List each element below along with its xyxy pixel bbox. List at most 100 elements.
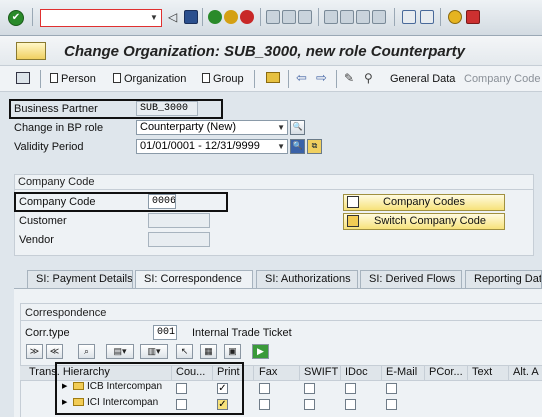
- corr-type-field[interactable]: 001: [153, 325, 177, 340]
- switch-icon: [347, 215, 359, 227]
- col-idoc[interactable]: IDoc: [342, 366, 382, 380]
- col-pcorr[interactable]: PCor...: [426, 366, 468, 380]
- col-fax[interactable]: Fax: [256, 366, 300, 380]
- where-used-icon[interactable]: ⚲: [364, 71, 373, 85]
- correspondence-section-title: Correspondence: [25, 307, 107, 319]
- toolbar-separator: [202, 8, 203, 26]
- chevron-down-icon[interactable]: ▼: [149, 12, 159, 24]
- vendor-field: [148, 232, 210, 247]
- document-icon: [113, 73, 121, 83]
- find-icon[interactable]: ⌕: [78, 344, 95, 359]
- exit-icon[interactable]: [224, 10, 238, 24]
- general-data-button[interactable]: General Data: [390, 73, 455, 85]
- edit-pencil-icon[interactable]: ✎: [344, 71, 354, 85]
- company-code-label: Company Code: [19, 196, 96, 208]
- toolbar-separator: [336, 70, 337, 88]
- bp-role-select[interactable]: Counterparty (New) ▼: [136, 120, 288, 135]
- col-text[interactable]: Text: [469, 366, 509, 380]
- company-code-field[interactable]: 0006: [148, 194, 176, 209]
- validity-period-value: 01/01/0001 - 12/31/9999: [140, 140, 260, 152]
- collapse-all-icon[interactable]: ≪: [46, 344, 63, 359]
- display-change-icon[interactable]: [16, 72, 30, 84]
- tab-payment-details[interactable]: SI: Payment Details: [27, 270, 133, 288]
- person-button[interactable]: Person: [50, 73, 96, 85]
- find-icon[interactable]: [282, 10, 296, 24]
- tab-derived-flows[interactable]: SI: Derived Flows: [360, 270, 462, 288]
- back-icon[interactable]: [208, 10, 222, 24]
- save-icon[interactable]: [184, 10, 198, 24]
- company-code-button-label: Company Code: [464, 73, 541, 85]
- customize-layout-icon[interactable]: [466, 10, 480, 24]
- row-email-checkbox[interactable]: [386, 383, 397, 394]
- command-field[interactable]: ▼: [40, 9, 162, 27]
- layout-dropdown-icon[interactable]: ▥▾: [140, 344, 168, 359]
- tab-correspondence[interactable]: SI: Correspondence: [135, 270, 253, 289]
- validity-period-select[interactable]: 01/01/0001 - 12/31/9999 ▼: [136, 139, 288, 154]
- shortcut-icon[interactable]: [420, 10, 434, 24]
- first-page-icon[interactable]: [324, 10, 338, 24]
- arrow-left-icon[interactable]: ⇦: [296, 70, 307, 86]
- open-folder-icon[interactable]: [266, 72, 280, 83]
- chevron-down-icon[interactable]: ▼: [277, 121, 285, 134]
- row-swift-checkbox[interactable]: [304, 399, 315, 410]
- customer-label: Customer: [19, 215, 67, 227]
- help-icon[interactable]: [448, 10, 462, 24]
- select-all-icon[interactable]: ▣: [224, 344, 241, 359]
- tab-label: Reporting Dat: [474, 273, 542, 285]
- row-fax-checkbox[interactable]: [259, 383, 270, 394]
- last-page-icon[interactable]: [372, 10, 386, 24]
- arrow-right-icon[interactable]: ⇨: [316, 70, 327, 86]
- table-icon: [347, 196, 359, 208]
- cancel-icon[interactable]: [240, 10, 254, 24]
- bp-role-label: Change in BP role: [14, 122, 104, 134]
- toolbar-separator: [32, 8, 33, 26]
- search-icon[interactable]: 🔍: [290, 139, 305, 154]
- group-button[interactable]: Group: [202, 73, 244, 85]
- role-details-icon[interactable]: 🔍: [290, 120, 305, 135]
- business-partner-field: SUB_3000: [136, 101, 198, 116]
- enter-icon[interactable]: ✔: [8, 10, 24, 26]
- menu-icon[interactable]: [16, 42, 46, 60]
- toolbar-separator: [440, 8, 441, 26]
- organization-button[interactable]: Organization: [113, 73, 186, 85]
- new-session-icon[interactable]: [402, 10, 416, 24]
- execute-icon[interactable]: ▶: [252, 344, 269, 359]
- page-title: Change Organization: SUB_3000, new role …: [64, 43, 465, 60]
- prev-page-icon[interactable]: [340, 10, 354, 24]
- copy-icon[interactable]: ⧉: [307, 139, 322, 154]
- find-next-icon[interactable]: [298, 10, 312, 24]
- row-fax-checkbox[interactable]: [259, 399, 270, 410]
- company-codes-button[interactable]: Company Codes: [343, 194, 505, 211]
- company-code-section-title: Company Code: [18, 176, 95, 188]
- row-idoc-checkbox[interactable]: [345, 383, 356, 394]
- tab-reporting-data[interactable]: Reporting Dat: [465, 270, 542, 288]
- toolbar-separator: [40, 70, 41, 88]
- tab-label: SI: Correspondence: [144, 273, 242, 285]
- col-alt[interactable]: Alt. A: [510, 366, 542, 380]
- group-button-label: Group: [213, 73, 244, 85]
- pointer-icon[interactable]: ↖: [176, 344, 193, 359]
- corr-type-description: Internal Trade Ticket: [192, 327, 292, 339]
- switch-company-code-label: Switch Company Code: [374, 215, 486, 227]
- row-swift-checkbox[interactable]: [304, 383, 315, 394]
- back-arrow-icon[interactable]: ◁: [168, 10, 177, 24]
- print-icon[interactable]: [266, 10, 280, 24]
- tab-label: SI: Derived Flows: [369, 273, 456, 285]
- expand-all-icon[interactable]: ≫: [26, 344, 43, 359]
- row-idoc-checkbox[interactable]: [345, 399, 356, 410]
- tab-authorizations[interactable]: SI: Authorizations: [256, 270, 358, 288]
- document-icon: [50, 73, 58, 83]
- print-dropdown-icon[interactable]: ▤▾: [106, 344, 134, 359]
- row-email-checkbox[interactable]: [386, 399, 397, 410]
- tab-label: SI: Payment Details: [36, 273, 133, 285]
- col-email[interactable]: E-Mail: [383, 366, 425, 380]
- next-page-icon[interactable]: [356, 10, 370, 24]
- chevron-down-icon[interactable]: ▼: [277, 140, 285, 153]
- switch-company-code-button[interactable]: Switch Company Code: [343, 213, 505, 230]
- toolbar-separator: [260, 8, 261, 26]
- details-icon[interactable]: ▦: [200, 344, 217, 359]
- corr-type-label: Corr.type: [25, 327, 70, 339]
- col-swift[interactable]: SWIFT: [301, 366, 341, 380]
- company-codes-label: Company Codes: [383, 196, 465, 208]
- organization-button-label: Organization: [124, 73, 187, 85]
